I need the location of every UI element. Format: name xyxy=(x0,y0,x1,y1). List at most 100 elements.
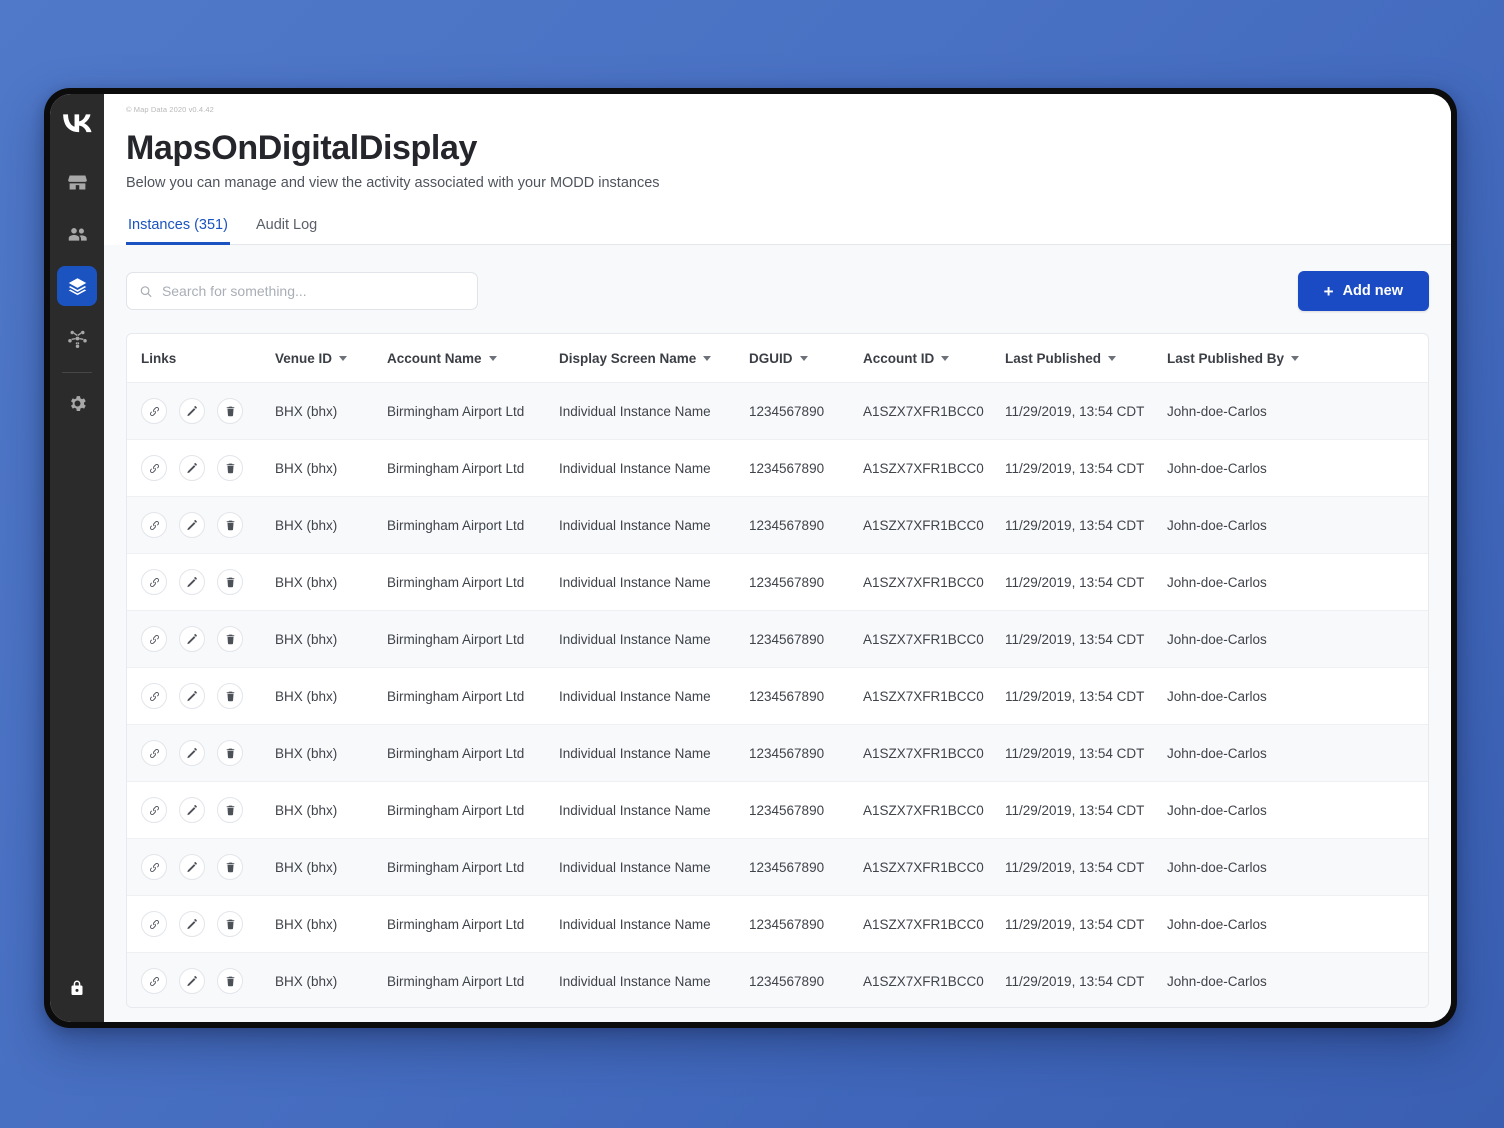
table-row[interactable]: BHX (bhx) Birmingham Airport Ltd Individua… xyxy=(127,439,1428,498)
link-button[interactable] xyxy=(141,398,167,425)
link-button[interactable] xyxy=(141,797,167,824)
pencil-button[interactable] xyxy=(179,398,205,425)
search-box[interactable] xyxy=(126,272,478,311)
network-icon xyxy=(67,330,87,348)
link-button[interactable] xyxy=(141,455,167,482)
row-action-group xyxy=(141,968,275,995)
last-published-cell: 11/29/2019, 13:54 CDT xyxy=(1005,667,1167,726)
link-icon xyxy=(149,919,159,929)
table-body: BHX (bhx) Birmingham Airport Ltd Individua… xyxy=(127,382,1428,1008)
last-published-cell: 11/29/2019, 13:54 CDT xyxy=(1005,553,1167,612)
link-button[interactable] xyxy=(141,512,167,539)
table-row[interactable]: BHX (bhx) Birmingham Airport Ltd Individua… xyxy=(127,610,1428,669)
sidebar-item-maps[interactable] xyxy=(57,266,97,306)
trash-button[interactable] xyxy=(217,911,243,938)
tab-instances[interactable]: Instances (351) xyxy=(126,217,230,246)
lock-button[interactable] xyxy=(57,968,97,1008)
venue-id-cell: BHX (bhx) xyxy=(275,952,387,1008)
trash-button[interactable] xyxy=(217,626,243,653)
table-row[interactable]: BHX (bhx) Birmingham Airport Ltd Individua… xyxy=(127,781,1428,840)
column-header-last-published[interactable]: Last Published xyxy=(1005,334,1167,384)
trash-button[interactable] xyxy=(217,854,243,881)
trash-button[interactable] xyxy=(217,740,243,767)
trash-icon xyxy=(226,463,234,473)
trash-button[interactable] xyxy=(217,968,243,995)
column-label-account-id: Account ID xyxy=(863,351,935,367)
trash-icon xyxy=(226,919,234,929)
content-bottom-gap xyxy=(104,1008,1451,1022)
column-header-venue-id[interactable]: Venue ID xyxy=(275,334,387,384)
pencil-button[interactable] xyxy=(179,512,205,539)
pencil-icon xyxy=(186,861,197,872)
link-button[interactable] xyxy=(141,569,167,596)
link-button[interactable] xyxy=(141,968,167,995)
sidebar-item-connections[interactable] xyxy=(57,318,97,358)
trash-button[interactable] xyxy=(217,797,243,824)
tab-audit-log[interactable]: Audit Log xyxy=(254,217,319,245)
trash-button[interactable] xyxy=(217,512,243,539)
pencil-button[interactable] xyxy=(179,569,205,596)
pencil-button[interactable] xyxy=(179,968,205,995)
account-name-cell: Birmingham Airport Ltd xyxy=(387,667,559,726)
trash-button[interactable] xyxy=(217,683,243,710)
trash-button[interactable] xyxy=(217,569,243,596)
last-published-by-cell: John-doe-Carlos xyxy=(1167,382,1428,441)
display-screen-name-cell: Individual Instance Name xyxy=(559,610,749,669)
add-new-button[interactable]: + Add new xyxy=(1297,271,1429,312)
column-label-last-published: Last Published xyxy=(1005,351,1102,367)
link-button[interactable] xyxy=(141,626,167,653)
pencil-button[interactable] xyxy=(179,740,205,767)
account-id-cell: A1SZX7XFR1BCC0 xyxy=(863,781,1005,840)
chevron-down-icon xyxy=(339,356,348,362)
pencil-button[interactable] xyxy=(179,911,205,938)
table-row[interactable]: BHX (bhx) Birmingham Airport Ltd Individua… xyxy=(127,382,1428,441)
row-actions-cell xyxy=(127,952,275,1008)
venue-id-cell: BHX (bhx) xyxy=(275,895,387,954)
link-button[interactable] xyxy=(141,683,167,710)
last-published-by-cell: John-doe-Carlos xyxy=(1167,553,1428,612)
column-label-display-screen-name: Display Screen Name xyxy=(559,351,697,367)
column-header-account-name[interactable]: Account Name xyxy=(387,334,559,384)
column-header-last-published-by[interactable]: Last Published By xyxy=(1167,334,1428,384)
account-name-cell: Birmingham Airport Ltd xyxy=(387,553,559,612)
table-row[interactable]: BHX (bhx) Birmingham Airport Ltd Individua… xyxy=(127,952,1428,1008)
row-action-group xyxy=(141,398,275,425)
sidebar-item-accounts[interactable] xyxy=(57,214,97,254)
dguid-cell: 1234567890 xyxy=(749,895,863,954)
link-button[interactable] xyxy=(141,854,167,881)
table-row[interactable]: BHX (bhx) Birmingham Airport Ltd Individua… xyxy=(127,838,1428,897)
pencil-button[interactable] xyxy=(179,797,205,824)
venue-id-cell: BHX (bhx) xyxy=(275,496,387,555)
venue-id-cell: BHX (bhx) xyxy=(275,838,387,897)
pencil-button[interactable] xyxy=(179,683,205,710)
last-published-cell: 11/29/2019, 13:54 CDT xyxy=(1005,439,1167,498)
account-id-cell: A1SZX7XFR1BCC0 xyxy=(863,895,1005,954)
pencil-icon xyxy=(186,576,197,587)
link-button[interactable] xyxy=(141,911,167,938)
pencil-button[interactable] xyxy=(179,626,205,653)
vk-logo[interactable] xyxy=(57,106,97,140)
column-header-dguid[interactable]: DGUID xyxy=(749,334,863,384)
sidebar-item-settings[interactable] xyxy=(57,383,97,423)
column-header-display-screen-name[interactable]: Display Screen Name xyxy=(559,334,749,384)
search-input[interactable] xyxy=(161,283,465,300)
pencil-button[interactable] xyxy=(179,854,205,881)
trash-button[interactable] xyxy=(217,398,243,425)
sidebar xyxy=(50,94,104,1022)
link-icon xyxy=(149,976,159,986)
column-header-account-id[interactable]: Account ID xyxy=(863,334,1005,384)
table-row[interactable]: BHX (bhx) Birmingham Airport Ltd Individua… xyxy=(127,496,1428,555)
table-row[interactable]: BHX (bhx) Birmingham Airport Ltd Individua… xyxy=(127,553,1428,612)
link-icon xyxy=(149,634,159,644)
link-button[interactable] xyxy=(141,740,167,767)
table-row[interactable]: BHX (bhx) Birmingham Airport Ltd Individua… xyxy=(127,667,1428,726)
trash-button[interactable] xyxy=(217,455,243,482)
table-row[interactable]: BHX (bhx) Birmingham Airport Ltd Individua… xyxy=(127,895,1428,954)
sidebar-item-venues[interactable] xyxy=(57,162,97,202)
column-label-account-name: Account Name xyxy=(387,351,482,367)
row-actions-cell xyxy=(127,553,275,612)
page-title: MapsOnDigitalDisplay xyxy=(126,129,477,167)
pencil-button[interactable] xyxy=(179,455,205,482)
last-published-cell: 11/29/2019, 13:54 CDT xyxy=(1005,838,1167,897)
table-row[interactable]: BHX (bhx) Birmingham Airport Ltd Individua… xyxy=(127,724,1428,783)
